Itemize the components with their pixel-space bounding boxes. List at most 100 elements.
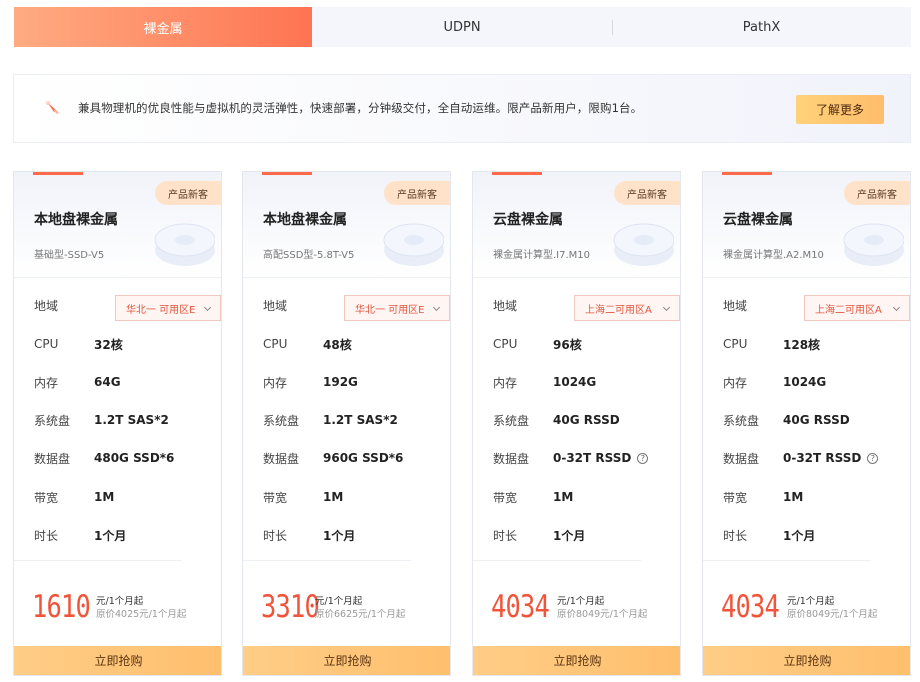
help-icon[interactable]: ? — [637, 452, 649, 464]
card-accent-bar — [33, 172, 83, 175]
spec-row-region: 地域 华北一 可用区E — [34, 295, 221, 321]
price-unit: 元/1个月起 — [557, 596, 605, 607]
new-customer-badge: 产品新客 — [384, 181, 450, 205]
buy-now-button[interactable]: 立即抢购 — [473, 646, 680, 675]
spec-label: 内存 — [34, 375, 59, 390]
spec-row-bandwidth: 带宽 1M — [493, 488, 673, 506]
product-card: 产品新客 云盘裸金属 裸金属计算型.A2.M10 地域 上海二可用区A CPU … — [702, 171, 911, 676]
region-select[interactable]: 华北一 可用区E — [115, 295, 221, 321]
spec-value: 1个月 — [94, 528, 127, 543]
learn-more-button[interactable]: 了解更多 — [796, 95, 884, 124]
spec-value: 1个月 — [553, 528, 586, 543]
spec-label: 系统盘 — [34, 413, 71, 428]
spec-row-duration: 时长 1个月 — [34, 526, 214, 544]
region-select[interactable]: 华北一 可用区E — [344, 295, 450, 321]
spec-label: 地域 — [493, 298, 518, 313]
card-subtitle: 高配SSD型-5.8T-V5 — [263, 250, 355, 261]
card-title: 云盘裸金属 — [493, 212, 563, 228]
region-select[interactable]: 上海二可用区A — [574, 295, 680, 321]
spec-row-region: 地域 上海二可用区A — [493, 295, 680, 321]
card-subtitle: 基础型-SSD-V5 — [34, 250, 105, 261]
spec-row-system-disk: 系统盘 40G RSSD — [493, 411, 673, 429]
product-card: 产品新客 本地盘裸金属 高配SSD型-5.8T-V5 地域 华北一 可用区E C… — [242, 171, 451, 676]
spec-row-region: 地域 华北一 可用区E — [263, 295, 450, 321]
product-card: 产品新客 本地盘裸金属 基础型-SSD-V5 地域 华北一 可用区E CPU 3… — [13, 171, 222, 676]
price-unit: 元/1个月起 — [315, 596, 363, 607]
tab-divider — [612, 20, 613, 35]
spec-value: 0-32T RSSD — [553, 451, 632, 465]
spec-value: 40G RSSD — [783, 413, 850, 427]
spec-label: 数据盘 — [34, 451, 71, 466]
card-accent-bar — [262, 172, 312, 175]
card-divider — [243, 560, 411, 561]
card-accent-bar — [492, 172, 542, 175]
spec-label: 系统盘 — [493, 413, 530, 428]
spec-row-system-disk: 系统盘 1.2T SAS*2 — [263, 411, 443, 429]
new-customer-badge: 产品新客 — [844, 181, 910, 205]
spec-value: 1.2T SAS*2 — [94, 413, 169, 427]
buy-now-button[interactable]: 立即抢购 — [703, 646, 910, 675]
spec-label: 内存 — [493, 375, 518, 390]
region-select[interactable]: 上海二可用区A — [804, 295, 910, 321]
chevron-down-icon — [662, 303, 671, 312]
chevron-down-icon — [432, 303, 441, 312]
spec-label: 带宽 — [493, 490, 518, 505]
spec-value: 128核 — [783, 337, 821, 352]
spec-row-bandwidth: 带宽 1M — [34, 488, 214, 506]
chevron-down-icon — [203, 303, 212, 312]
region-value: 上海二可用区A — [585, 304, 652, 316]
card-header: 产品新客 本地盘裸金属 高配SSD型-5.8T-V5 — [243, 172, 450, 278]
spec-list: 地域 上海二可用区A CPU 96核 内存 1024G 系统盘 40G RSSD… — [473, 278, 680, 560]
disk-illustration-icon — [154, 223, 215, 266]
spec-label: 地域 — [263, 298, 288, 313]
price-value: 1610 — [32, 589, 91, 625]
disk-illustration-icon — [613, 223, 674, 266]
spec-row-memory: 内存 64G — [34, 373, 214, 391]
buy-now-button[interactable]: 立即抢购 — [243, 646, 450, 675]
card-title: 本地盘裸金属 — [34, 212, 118, 228]
spec-row-cpu: CPU 32核 — [34, 335, 214, 353]
spec-row-bandwidth: 带宽 1M — [263, 488, 443, 506]
spec-label: 系统盘 — [723, 413, 760, 428]
spec-label: 带宽 — [723, 490, 748, 505]
card-divider — [703, 560, 871, 561]
spec-row-cpu: CPU 96核 — [493, 335, 673, 353]
buy-now-button[interactable]: 立即抢购 — [14, 646, 221, 675]
tab-bare-metal[interactable]: 裸金属 — [14, 7, 312, 47]
promo-banner: 兼具物理机的优良性能与虚拟机的灵活弹性，快速部署，分钟级交付，全自动运维。限产品… — [13, 74, 911, 143]
card-subtitle: 裸金属计算型.A2.M10 — [723, 250, 824, 261]
original-price: 原价8049元/1个月起 — [557, 609, 648, 620]
spec-label: CPU — [493, 337, 518, 351]
spec-value: 480G SSD*6 — [94, 451, 175, 465]
spec-value: 1.2T SAS*2 — [323, 413, 398, 427]
spec-value: 1M — [553, 490, 574, 504]
tab-pathx[interactable]: PathX — [612, 7, 911, 47]
spec-value: 32核 — [94, 337, 123, 352]
spec-value: 1024G — [553, 375, 597, 389]
tab-udpn[interactable]: UDPN — [312, 7, 612, 47]
card-header: 产品新客 云盘裸金属 裸金属计算型.I7.M10 — [473, 172, 680, 278]
rocket-icon — [46, 101, 59, 114]
spec-row-memory: 内存 1024G — [723, 373, 903, 391]
card-title: 本地盘裸金属 — [263, 212, 347, 228]
spec-label: 带宽 — [34, 490, 59, 505]
spec-row-data-disk: 数据盘 0-32T RSSD ? — [723, 449, 903, 467]
banner-text: 兼具物理机的优良性能与虚拟机的灵活弹性，快速部署，分钟级交付，全自动运维。限产品… — [78, 101, 643, 115]
original-price: 原价6625元/1个月起 — [315, 609, 406, 620]
spec-label: 内存 — [263, 375, 288, 390]
new-customer-badge: 产品新客 — [614, 181, 680, 205]
spec-row-cpu: CPU 48核 — [263, 335, 443, 353]
tab-label: PathX — [742, 19, 781, 35]
spec-label: 地域 — [34, 298, 59, 313]
spec-value: 960G SSD*6 — [323, 451, 404, 465]
spec-label: CPU — [723, 337, 748, 351]
spec-row-region: 地域 上海二可用区A — [723, 295, 910, 321]
original-price: 原价8049元/1个月起 — [787, 609, 878, 620]
spec-label: 数据盘 — [723, 451, 760, 466]
help-icon[interactable]: ? — [867, 452, 879, 464]
spec-row-duration: 时长 1个月 — [723, 526, 903, 544]
spec-label: 系统盘 — [263, 413, 300, 428]
spec-row-duration: 时长 1个月 — [493, 526, 673, 544]
price-value: 4034 — [721, 589, 780, 625]
product-card: 产品新客 云盘裸金属 裸金属计算型.I7.M10 地域 上海二可用区A CPU … — [472, 171, 681, 676]
